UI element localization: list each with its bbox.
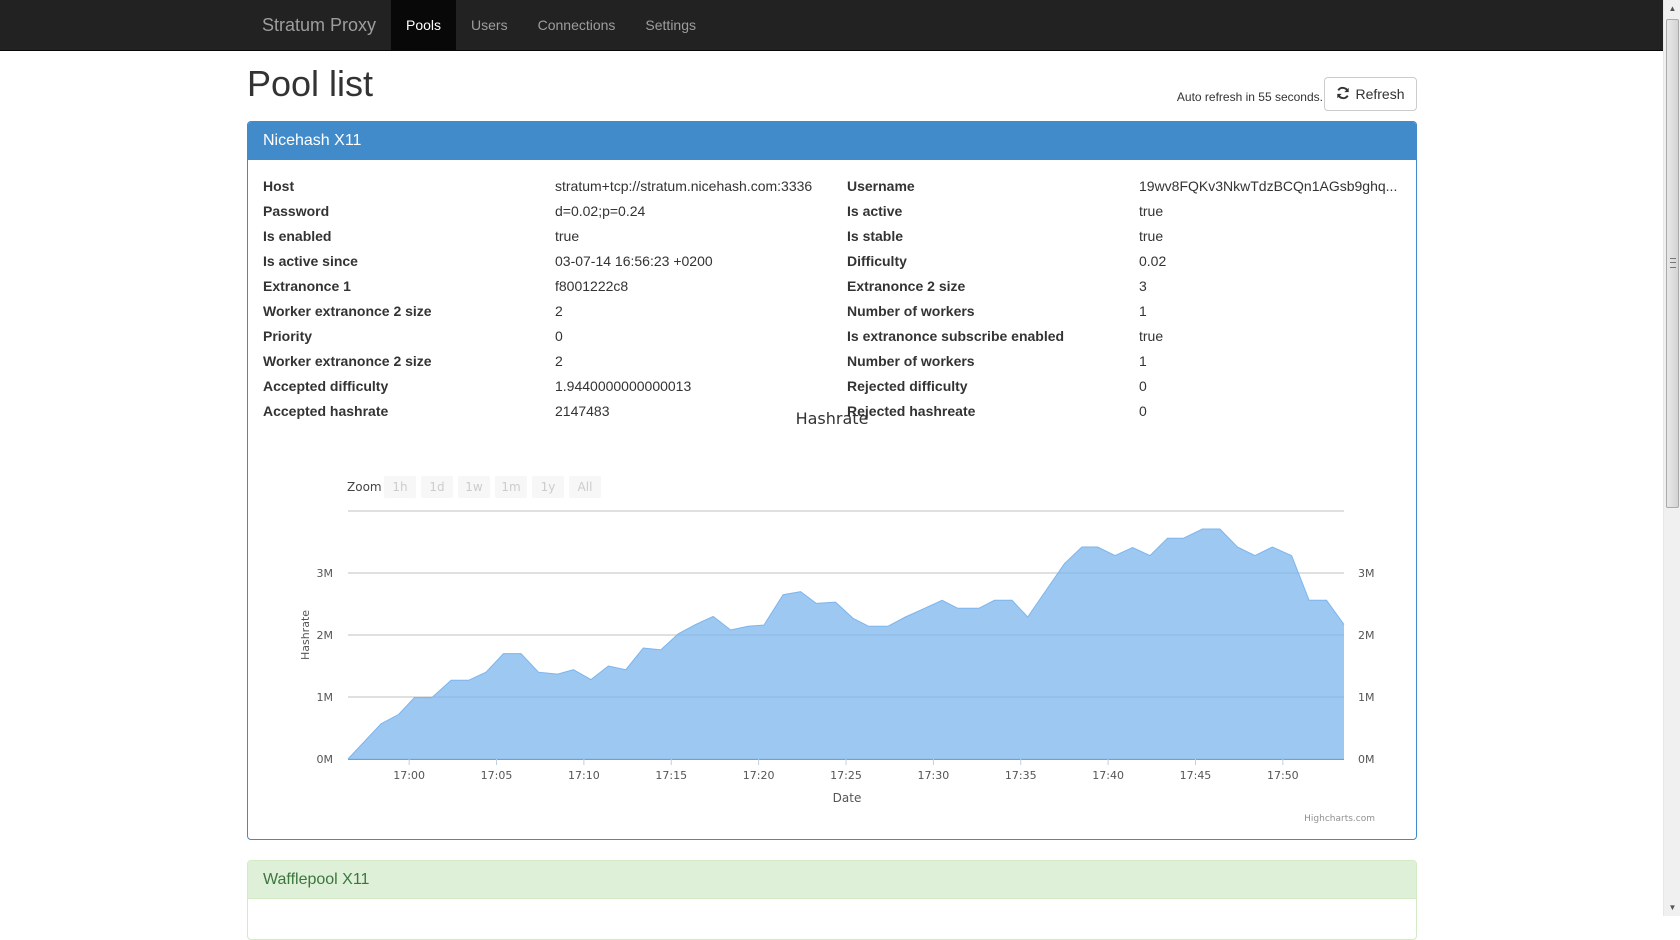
x-axis-title: Date xyxy=(833,791,862,805)
zoom-button-label[interactable]: 1m xyxy=(501,480,520,494)
pool-panel: Nicehash X11 Host stratum+tcp://stratum.n… xyxy=(247,121,1417,840)
nav-menu: Pools Users Connections Settings xyxy=(391,0,711,50)
hashrate-chart-svg: Hashrate Zoom 1h 1d 1w 1m 1y All 0M 0M 1M 1M 2M 2M 3M 3… xyxy=(299,409,1375,824)
zoom-button-label[interactable]: 1h xyxy=(392,480,407,494)
x-tick-label: 17:10 xyxy=(568,769,600,782)
zoom-button-label[interactable]: 1d xyxy=(429,480,444,494)
x-tick-label: 17:50 xyxy=(1267,769,1299,782)
nav-item-users[interactable]: Users xyxy=(456,0,523,50)
navbar: Stratum Proxy Pools Users Connections Se… xyxy=(0,0,1663,51)
y-tick-label-right: 0M xyxy=(1358,753,1375,766)
zoom-button-label[interactable]: 1w xyxy=(465,480,483,494)
refresh-label: Refresh xyxy=(1355,86,1405,102)
scrollbar-thumb[interactable] xyxy=(1666,19,1679,508)
vertical-scrollbar[interactable]: ▲ ▼ xyxy=(1663,0,1680,916)
brand-link[interactable]: Stratum Proxy xyxy=(262,0,376,50)
y-tick-label-left: 2M xyxy=(317,629,334,642)
x-tick-label: 17:05 xyxy=(481,769,513,782)
grip-icon xyxy=(1670,258,1676,268)
refresh-icon xyxy=(1336,86,1350,103)
x-tick-label: 17:00 xyxy=(393,769,425,782)
hashrate-chart: Hashrate Zoom 1h 1d 1w 1m 1y All 0M 0M 1M 1M 2M 2M 3M 3… xyxy=(248,122,1416,839)
page-title: Pool list xyxy=(247,63,374,104)
highcharts-credits-link[interactable]: Highcharts.com xyxy=(1304,814,1375,824)
auto-refresh-text: Auto refresh in 55 seconds. xyxy=(1176,90,1323,104)
scroll-down-arrow-icon[interactable]: ▼ xyxy=(1664,899,1680,916)
nav-item-pools[interactable]: Pools xyxy=(391,0,457,50)
y-tick-label-left: 1M xyxy=(317,691,334,704)
y-tick-label-left: 3M xyxy=(317,567,334,580)
refresh-button[interactable]: Refresh xyxy=(1324,77,1417,111)
zoom-button-label[interactable]: 1y xyxy=(541,480,556,494)
nav-item-settings[interactable]: Settings xyxy=(630,0,711,50)
pool-panel: Wafflepool X11 xyxy=(247,860,1417,940)
nav-item-connections[interactable]: Connections xyxy=(523,0,631,50)
zoom-button-label[interactable]: All xyxy=(578,480,593,494)
y-tick-label-right: 3M xyxy=(1358,567,1375,580)
x-tick-label: 17:40 xyxy=(1092,769,1124,782)
x-tick-label: 17:20 xyxy=(743,769,775,782)
scroll-up-arrow-icon[interactable]: ▲ xyxy=(1664,0,1680,17)
x-tick-label: 17:15 xyxy=(655,769,687,782)
x-tick-label: 17:35 xyxy=(1005,769,1037,782)
y-axis-title: Hashrate xyxy=(299,610,312,660)
zoom-label: Zoom xyxy=(347,480,382,494)
y-tick-label-right: 1M xyxy=(1358,691,1375,704)
x-tick-label: 17:45 xyxy=(1180,769,1212,782)
x-tick-label: 17:25 xyxy=(830,769,862,782)
y-tick-label-right: 2M xyxy=(1358,629,1375,642)
x-tick-label: 17:30 xyxy=(918,769,950,782)
hashrate-area xyxy=(348,529,1344,759)
y-tick-label-left: 0M xyxy=(317,753,334,766)
chart-title: Hashrate xyxy=(796,409,869,428)
pool-panel-title: Wafflepool X11 xyxy=(248,861,1416,899)
